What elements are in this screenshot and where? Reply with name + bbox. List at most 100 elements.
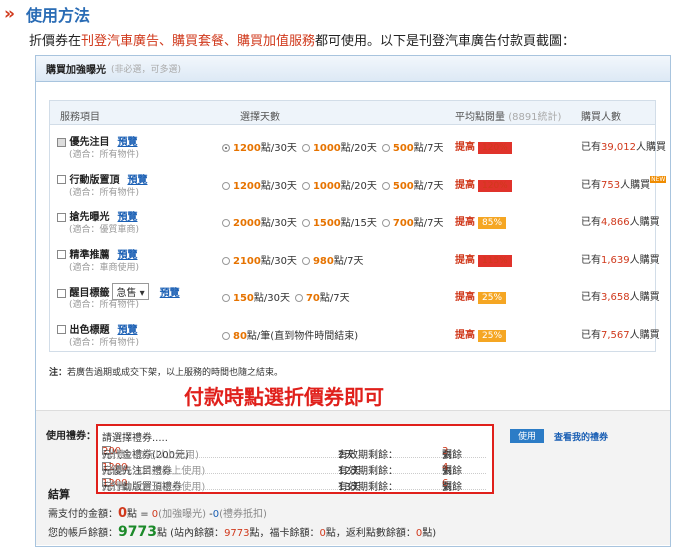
buyer-count: 已有753人購買NEW bbox=[581, 175, 667, 191]
radio-icon[interactable] bbox=[222, 331, 230, 340]
day-option[interactable]: 2100點/30天 bbox=[222, 256, 297, 267]
day-option[interactable]: 150點/30天 bbox=[222, 293, 290, 304]
intro-highlight: 刊登汽車廣告、購買套餐、購買加值服務 bbox=[81, 34, 316, 49]
exposure-section-title: 購買加強曝光 bbox=[46, 65, 106, 76]
preview-link[interactable]: 預覽 bbox=[160, 288, 180, 299]
day-option[interactable]: 500點/7天 bbox=[381, 143, 443, 154]
table-row: 搶先曝光 預覽 (適合：優質車商) 2000點/30天 1500點/15天 700點/7天… bbox=[50, 202, 660, 238]
radio-icon[interactable] bbox=[301, 219, 310, 227]
day-option[interactable]: 1000點/20天 bbox=[301, 143, 377, 154]
col-item: 服務項目 bbox=[60, 112, 100, 123]
day-option[interactable]: 1200點/30天 bbox=[222, 143, 297, 154]
buyer-count: 已有1,639人購買 bbox=[581, 254, 660, 266]
coupon-option[interactable]: 200 元代金禮券(200元) (消費200元以上使用) 有效期剩餘： 2天 剩餘 3 張 bbox=[102, 444, 486, 461]
boost-badge: 120% bbox=[478, 142, 512, 154]
service-checkbox[interactable] bbox=[57, 137, 66, 147]
coupon-dropdown[interactable]: 請選擇禮券..... 200 元代金禮券(200元) (消費200元以上使用) 有效期… bbox=[96, 424, 494, 494]
service-name: 優先注目 預覽 bbox=[57, 133, 137, 148]
buyer-count: 已有39,012人購買 bbox=[581, 142, 666, 153]
service-name: 出色標題 預覽 bbox=[57, 321, 137, 336]
table-row: 出色標題 預覽 (適合：所有物件) 80點/筆(直到物件時間結束) 提高 25% 已有7,5… bbox=[50, 315, 660, 351]
day-option[interactable]: 1000點/20天 bbox=[301, 181, 377, 192]
payment-area: 使用禮券： 請選擇禮券..... 200 元代金禮券(200元) (消費200元以上… bbox=[36, 410, 670, 545]
service-table: 服務項目 選擇天數 平均點閱量 (8891統計) 購買人數 優先注目 預覽 (適合：… bbox=[49, 100, 667, 352]
service-suitability: (適合：所有物件) bbox=[69, 337, 140, 348]
radio-icon[interactable] bbox=[222, 219, 230, 227]
service-checkbox[interactable] bbox=[57, 212, 66, 222]
balance-value: 9773 bbox=[118, 524, 157, 540]
note-text: 注：若廣告過期或成交下架，以上服務的時間也隨之結束。 bbox=[49, 368, 284, 378]
radio-icon[interactable] bbox=[381, 219, 390, 227]
day-options: 2000點/30天 1500點/15天 700點/7天 bbox=[222, 214, 448, 229]
day-option[interactable]: 70點/7天 bbox=[294, 293, 350, 304]
radio-icon[interactable] bbox=[381, 144, 390, 152]
day-option[interactable]: 980點/7天 bbox=[301, 256, 364, 267]
balance-line: 您的帳戶餘額：9773點 (站內餘額：9773點，福卡餘額：0點，返利點數餘額：… bbox=[48, 524, 437, 540]
exposure-section-subtitle: (非必選，可多選) bbox=[111, 65, 182, 75]
table-row: 精準推薦 預覽 (適合：車商使用) 2100點/30天 980點/7天 提高 115% 已有1… bbox=[50, 240, 660, 276]
service-checkbox[interactable] bbox=[57, 325, 66, 334]
exposure-section-header: 購買加強曝光 (非必選，可多選) bbox=[36, 56, 670, 82]
day-options: 150點/30天 70點/7天 bbox=[222, 289, 355, 304]
view-boost: 提高 85% bbox=[455, 213, 507, 229]
service-checkbox[interactable] bbox=[57, 175, 66, 184]
day-option[interactable]: 500點/7天 bbox=[381, 181, 443, 192]
radio-icon[interactable] bbox=[222, 181, 230, 190]
service-name: 搶先曝光 預覽 bbox=[57, 208, 137, 223]
table-row: 醒目標籤 急售 ▾ 預覽 (適合：所有物件) 150點/30天 70點/7天 提高 25% 已有… bbox=[50, 277, 660, 313]
radio-icon[interactable] bbox=[301, 256, 310, 265]
service-checkbox[interactable] bbox=[57, 288, 66, 298]
day-options: 1200點/30天 1000點/20天 500點/7天 bbox=[222, 177, 448, 192]
service-suitability: (適合：所有物件) bbox=[69, 187, 140, 198]
buyer-count: 已有7,567人購買 bbox=[581, 329, 660, 341]
callout-annotation: 付款時點選折價券即可 bbox=[184, 385, 384, 409]
intro-text: 折價券在刊登汽車廣告、購買套餐、購買加值服務都可使用。以下是刊登汽車廣告付款頁截… bbox=[29, 34, 576, 49]
day-options: 2100點/30天 980點/7天 bbox=[222, 252, 369, 267]
radio-icon[interactable] bbox=[222, 294, 230, 302]
service-name: 行動版置頂 預覽 bbox=[57, 171, 147, 186]
boost-badge: 25% bbox=[478, 292, 507, 304]
day-option[interactable]: 1500點/15天 bbox=[301, 218, 377, 229]
payment-screenshot: 購買加強曝光 (非必選，可多選) 服務項目 選擇天數 平均點閱量 (8891統計… bbox=[35, 55, 671, 547]
buyer-count: 已有4,866人購買 bbox=[581, 217, 660, 228]
day-option[interactable]: 80點/筆(直到物件時間結束) bbox=[222, 331, 358, 342]
use-coupon-button[interactable]: 使用 bbox=[510, 429, 544, 443]
service-suitability: (適合：所有物件) bbox=[69, 300, 140, 310]
view-boost: 提高 120% bbox=[455, 138, 512, 154]
service-checkbox[interactable] bbox=[57, 250, 66, 259]
amount-due-line: 需支付的金額：0點 = 0(加強曝光) -0(禮券抵扣) bbox=[48, 506, 267, 521]
new-badge: NEW bbox=[650, 175, 667, 183]
view-boost: 提高 25% bbox=[455, 326, 507, 342]
buyer-count: 已有3,658人購買 bbox=[581, 292, 660, 303]
table-row: 優先注目 預覽 (適合：所有物件) 1200點/30天 1000點/20天 500點/7天… bbox=[50, 127, 666, 163]
radio-icon[interactable] bbox=[301, 181, 310, 190]
boost-badge: 85% bbox=[478, 217, 507, 229]
col-days: 選擇天數 bbox=[240, 112, 280, 123]
view-boost: 提高 25% bbox=[455, 288, 507, 304]
radio-icon[interactable] bbox=[222, 256, 230, 265]
boost-badge: 25% bbox=[478, 329, 507, 342]
my-coupons-link[interactable]: 查看我的禮券 bbox=[554, 430, 608, 443]
radio-icon[interactable] bbox=[301, 144, 310, 152]
boost-badge: 115% bbox=[478, 254, 512, 267]
service-suitability: (適合：優質車商) bbox=[69, 225, 140, 235]
coupon-option[interactable]: 1200 元優先注目禮券 (消費1200元以上使用) 有效期剩餘： 12天 剩餘 4 張 bbox=[102, 460, 486, 477]
day-option[interactable]: 700點/7天 bbox=[381, 218, 443, 229]
radio-icon[interactable] bbox=[381, 181, 390, 190]
day-options: 80點/筆(直到物件時間結束) bbox=[222, 327, 363, 342]
radio-icon[interactable] bbox=[294, 294, 303, 302]
coupon-placeholder: 請選擇禮券..... bbox=[102, 433, 168, 444]
boost-badge: 120% bbox=[478, 179, 512, 192]
table-row: 行動版置頂 預覽 (適合：所有物件) 1200點/30天 1000點/20天 500點/7… bbox=[50, 165, 667, 201]
day-options: 1200點/30天 1000點/20天 500點/7天 bbox=[222, 139, 448, 154]
coupon-option[interactable]: 1200 元行動版置頂禮券 (消費1200元以上使用) 有效期剩餘： 13天 剩餘 6 張 bbox=[102, 476, 486, 493]
settle-title: 結算 bbox=[48, 488, 70, 501]
view-boost: 提高 120% bbox=[455, 176, 512, 192]
table-header: 服務項目 選擇天數 平均點閱量 (8891統計) 購買人數 bbox=[50, 101, 655, 125]
double-chevron-icon: » bbox=[4, 4, 15, 24]
view-boost: 提高 115% bbox=[455, 251, 512, 267]
day-option[interactable]: 2000點/30天 bbox=[222, 218, 297, 229]
day-option[interactable]: 1200點/30天 bbox=[222, 181, 297, 192]
radio-icon[interactable] bbox=[222, 144, 230, 152]
service-name: 精準推薦 預覽 bbox=[57, 246, 137, 261]
